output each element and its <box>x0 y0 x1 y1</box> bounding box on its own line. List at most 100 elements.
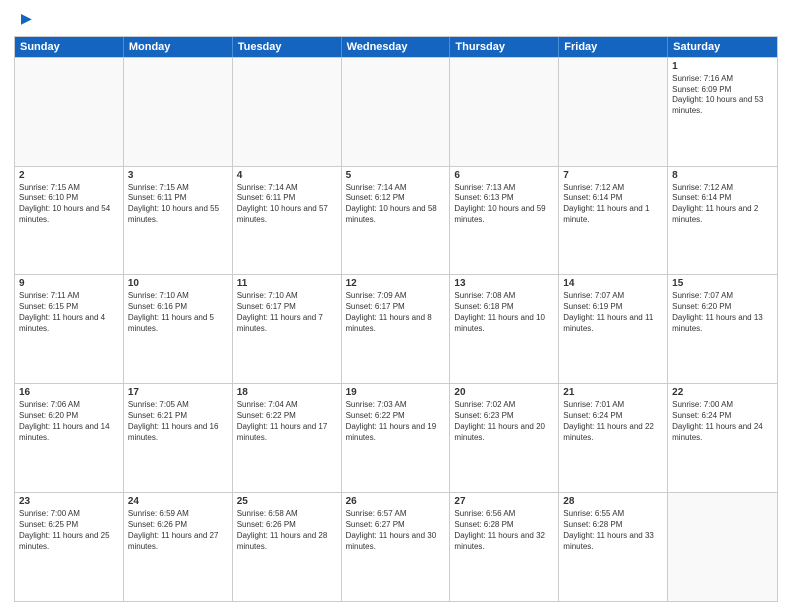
logo <box>14 10 33 30</box>
page: SundayMondayTuesdayWednesdayThursdayFrid… <box>0 0 792 612</box>
cal-cell: 9 Sunrise: 7:11 AM Sunset: 6:15 PM Daylig… <box>15 275 124 383</box>
day-number: 23 <box>19 496 119 507</box>
calendar-header-row: SundayMondayTuesdayWednesdayThursdayFrid… <box>15 37 777 57</box>
day-info: Sunrise: 6:57 AM Sunset: 6:27 PM Dayligh… <box>346 509 446 552</box>
cal-cell: 24 Sunrise: 6:59 AM Sunset: 6:26 PM Dayli… <box>124 493 233 601</box>
cal-cell: 15 Sunrise: 7:07 AM Sunset: 6:20 PM Dayli… <box>668 275 777 383</box>
cal-cell <box>124 58 233 166</box>
day-number: 26 <box>346 496 446 507</box>
cal-cell: 6Sunrise: 7:13 AM Sunset: 6:13 PM Daylig… <box>450 167 559 275</box>
cal-cell: 23Sunrise: 7:00 AM Sunset: 6:25 PM Dayli… <box>15 493 124 601</box>
day-info: Sunrise: 7:07 AM Sunset: 6:19 PM Dayligh… <box>563 291 663 334</box>
day-number: 20 <box>454 387 554 398</box>
day-number: 16 <box>19 387 119 398</box>
day-number: 1 <box>672 61 773 72</box>
day-info: Sunrise: 7:06 AM Sunset: 6:20 PM Dayligh… <box>19 400 119 443</box>
col-header-tuesday: Tuesday <box>233 37 342 57</box>
day-number: 24 <box>128 496 228 507</box>
cal-cell: 11 Sunrise: 7:10 AM Sunset: 6:17 PM Dayli… <box>233 275 342 383</box>
day-info: Sunrise: 7:11 AM Sunset: 6:15 PM Dayligh… <box>19 291 119 334</box>
cal-cell: 22 Sunrise: 7:00 AM Sunset: 6:24 PM Dayli… <box>668 384 777 492</box>
cal-week-0: 1 Sunrise: 7:16 AM Sunset: 6:09 PM Daylig… <box>15 57 777 166</box>
day-info: Sunrise: 6:55 AM Sunset: 6:28 PM Dayligh… <box>563 509 663 552</box>
day-number: 22 <box>672 387 773 398</box>
col-header-saturday: Saturday <box>668 37 777 57</box>
day-number: 8 <box>672 170 773 181</box>
cal-week-1: 2 Sunrise: 7:15 AM Sunset: 6:10 PM Daylig… <box>15 166 777 275</box>
day-number: 5 <box>346 170 446 181</box>
day-number: 19 <box>346 387 446 398</box>
cal-cell: 4 Sunrise: 7:14 AM Sunset: 6:11 PM Daylig… <box>233 167 342 275</box>
cal-cell <box>668 493 777 601</box>
day-number: 18 <box>237 387 337 398</box>
col-header-monday: Monday <box>124 37 233 57</box>
cal-cell: 7 Sunrise: 7:12 AM Sunset: 6:14 PM Daylig… <box>559 167 668 275</box>
day-info: Sunrise: 7:04 AM Sunset: 6:22 PM Dayligh… <box>237 400 337 443</box>
day-number: 7 <box>563 170 663 181</box>
cal-cell: 28 Sunrise: 6:55 AM Sunset: 6:28 PM Dayli… <box>559 493 668 601</box>
col-header-sunday: Sunday <box>15 37 124 57</box>
cal-cell: 20 Sunrise: 7:02 AM Sunset: 6:23 PM Dayli… <box>450 384 559 492</box>
day-number: 11 <box>237 278 337 289</box>
day-number: 13 <box>454 278 554 289</box>
day-number: 3 <box>128 170 228 181</box>
day-number: 27 <box>454 496 554 507</box>
day-info: Sunrise: 7:13 AM Sunset: 6:13 PM Dayligh… <box>454 183 554 226</box>
day-info: Sunrise: 7:10 AM Sunset: 6:17 PM Dayligh… <box>237 291 337 334</box>
day-number: 4 <box>237 170 337 181</box>
cal-cell: 17 Sunrise: 7:05 AM Sunset: 6:21 PM Dayli… <box>124 384 233 492</box>
cal-week-2: 9 Sunrise: 7:11 AM Sunset: 6:15 PM Daylig… <box>15 274 777 383</box>
day-number: 25 <box>237 496 337 507</box>
logo-icon <box>15 11 33 29</box>
cal-cell: 19 Sunrise: 7:03 AM Sunset: 6:22 PM Dayli… <box>342 384 451 492</box>
day-info: Sunrise: 7:00 AM Sunset: 6:24 PM Dayligh… <box>672 400 773 443</box>
cal-cell: 5 Sunrise: 7:14 AM Sunset: 6:12 PM Daylig… <box>342 167 451 275</box>
day-info: Sunrise: 6:59 AM Sunset: 6:26 PM Dayligh… <box>128 509 228 552</box>
cal-cell: 27Sunrise: 6:56 AM Sunset: 6:28 PM Dayli… <box>450 493 559 601</box>
cal-cell: 21Sunrise: 7:01 AM Sunset: 6:24 PM Dayli… <box>559 384 668 492</box>
cal-week-3: 16 Sunrise: 7:06 AM Sunset: 6:20 PM Dayli… <box>15 383 777 492</box>
day-info: Sunrise: 7:14 AM Sunset: 6:11 PM Dayligh… <box>237 183 337 226</box>
col-header-friday: Friday <box>559 37 668 57</box>
cal-cell: 25 Sunrise: 6:58 AM Sunset: 6:26 PM Dayli… <box>233 493 342 601</box>
day-number: 2 <box>19 170 119 181</box>
day-info: Sunrise: 6:58 AM Sunset: 6:26 PM Dayligh… <box>237 509 337 552</box>
day-number: 28 <box>563 496 663 507</box>
col-header-wednesday: Wednesday <box>342 37 451 57</box>
cal-cell: 12Sunrise: 7:09 AM Sunset: 6:17 PM Dayli… <box>342 275 451 383</box>
day-info: Sunrise: 7:16 AM Sunset: 6:09 PM Dayligh… <box>672 74 773 117</box>
day-info: Sunrise: 7:05 AM Sunset: 6:21 PM Dayligh… <box>128 400 228 443</box>
day-number: 17 <box>128 387 228 398</box>
cal-cell: 26 Sunrise: 6:57 AM Sunset: 6:27 PM Dayli… <box>342 493 451 601</box>
calendar-body: 1 Sunrise: 7:16 AM Sunset: 6:09 PM Daylig… <box>15 57 777 601</box>
cal-cell <box>233 58 342 166</box>
day-number: 9 <box>19 278 119 289</box>
day-info: Sunrise: 7:09 AM Sunset: 6:17 PM Dayligh… <box>346 291 446 334</box>
day-number: 14 <box>563 278 663 289</box>
cal-cell: 18 Sunrise: 7:04 AM Sunset: 6:22 PM Dayli… <box>233 384 342 492</box>
cal-cell <box>15 58 124 166</box>
cal-cell: 8Sunrise: 7:12 AM Sunset: 6:14 PM Daylig… <box>668 167 777 275</box>
cal-cell <box>559 58 668 166</box>
day-info: Sunrise: 7:02 AM Sunset: 6:23 PM Dayligh… <box>454 400 554 443</box>
cal-cell <box>450 58 559 166</box>
day-info: Sunrise: 7:15 AM Sunset: 6:11 PM Dayligh… <box>128 183 228 226</box>
cal-cell: 13 Sunrise: 7:08 AM Sunset: 6:18 PM Dayli… <box>450 275 559 383</box>
day-number: 15 <box>672 278 773 289</box>
day-info: Sunrise: 7:10 AM Sunset: 6:16 PM Dayligh… <box>128 291 228 334</box>
cal-cell: 2 Sunrise: 7:15 AM Sunset: 6:10 PM Daylig… <box>15 167 124 275</box>
day-number: 10 <box>128 278 228 289</box>
cal-cell <box>342 58 451 166</box>
cal-cell: 3 Sunrise: 7:15 AM Sunset: 6:11 PM Daylig… <box>124 167 233 275</box>
day-info: Sunrise: 7:12 AM Sunset: 6:14 PM Dayligh… <box>563 183 663 226</box>
day-info: Sunrise: 7:07 AM Sunset: 6:20 PM Dayligh… <box>672 291 773 334</box>
day-info: Sunrise: 7:14 AM Sunset: 6:12 PM Dayligh… <box>346 183 446 226</box>
day-info: Sunrise: 7:08 AM Sunset: 6:18 PM Dayligh… <box>454 291 554 334</box>
day-info: Sunrise: 7:03 AM Sunset: 6:22 PM Dayligh… <box>346 400 446 443</box>
header <box>14 10 778 30</box>
cal-cell: 14 Sunrise: 7:07 AM Sunset: 6:19 PM Dayli… <box>559 275 668 383</box>
cal-week-4: 23Sunrise: 7:00 AM Sunset: 6:25 PM Dayli… <box>15 492 777 601</box>
col-header-thursday: Thursday <box>450 37 559 57</box>
day-info: Sunrise: 7:15 AM Sunset: 6:10 PM Dayligh… <box>19 183 119 226</box>
cal-cell: 10 Sunrise: 7:10 AM Sunset: 6:16 PM Dayli… <box>124 275 233 383</box>
